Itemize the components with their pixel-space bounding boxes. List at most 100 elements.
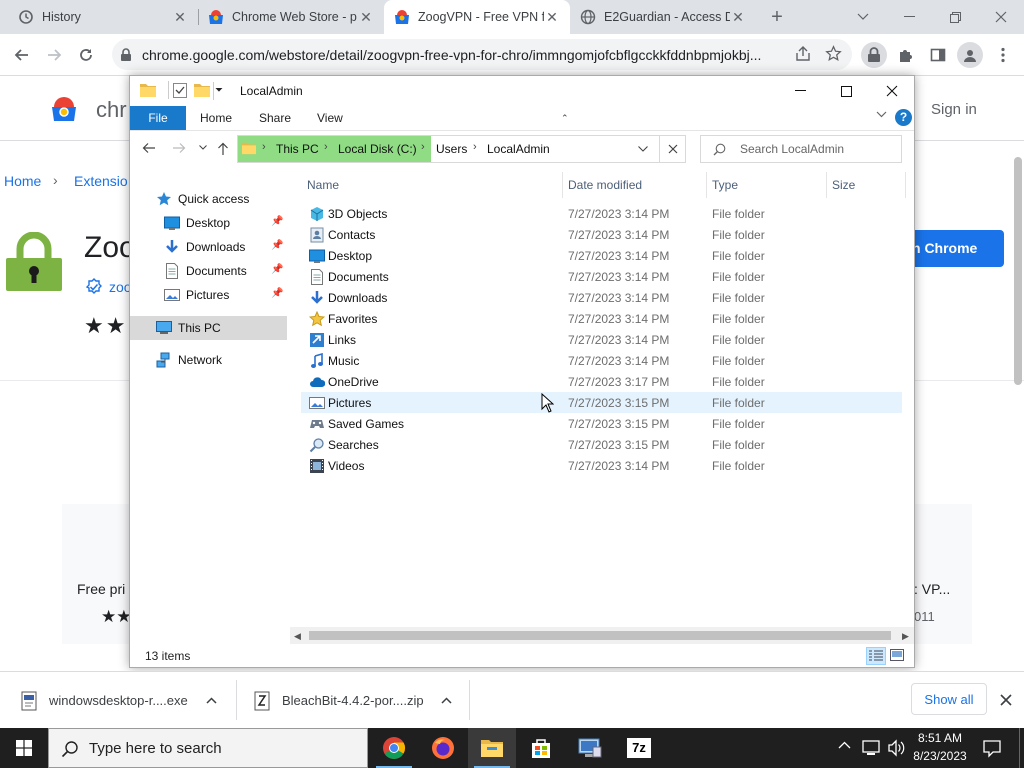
column-header-type[interactable]: Type: [712, 178, 738, 192]
column-header-name[interactable]: Name: [307, 178, 339, 192]
profile-avatar-icon[interactable]: [957, 42, 983, 68]
download-item[interactable]: windowsdesktop-r....exe: [20, 672, 235, 729]
show-desktop-button[interactable]: [1019, 728, 1020, 768]
file-row[interactable]: Saved Games 7/27/2023 3:15 PM File folde…: [301, 413, 902, 434]
ribbon-tab-share[interactable]: Share: [259, 106, 291, 130]
chrome-web-store-logo[interactable]: [49, 97, 79, 121]
file-row[interactable]: Searches 7/27/2023 3:15 PM File folder: [301, 434, 902, 455]
nav-item-quick-access[interactable]: Quick access: [156, 188, 249, 210]
breadcrumb-separator[interactable]: ›: [473, 141, 477, 153]
file-row[interactable]: OneDrive 7/27/2023 3:17 PM File folder: [301, 371, 902, 392]
close-window-button[interactable]: [869, 76, 915, 106]
search-field[interactable]: Search LocalAdmin: [700, 135, 902, 163]
file-row[interactable]: Desktop 7/27/2023 3:14 PM File folder: [301, 245, 902, 266]
expand-ribbon-icon[interactable]: [876, 111, 887, 118]
taskbar-microsoft-store[interactable]: [517, 728, 565, 768]
start-button[interactable]: [0, 728, 48, 768]
properties-checkbox-icon[interactable]: [173, 83, 187, 98]
large-icons-view-icon[interactable]: [890, 649, 904, 661]
notifications-icon[interactable]: [982, 738, 1002, 758]
address-bar[interactable]: › This PC › Local Disk (C:) › Users › Lo…: [237, 135, 686, 163]
chevron-down-icon[interactable]: [840, 0, 886, 34]
menu-icon[interactable]: [990, 42, 1016, 68]
file-row[interactable]: Downloads 7/27/2023 3:14 PM File folder: [301, 287, 902, 308]
reload-icon[interactable]: [73, 42, 99, 68]
ribbon-tab-file[interactable]: File: [130, 106, 186, 130]
tab-e2guardian[interactable]: E2Guardian - Access D ✕: [570, 0, 756, 34]
ribbon-tab-view[interactable]: View: [317, 106, 343, 130]
clear-address-icon[interactable]: [668, 144, 678, 154]
taskbar-firefox[interactable]: [419, 728, 467, 768]
nav-item-this-pc[interactable]: This PC: [156, 317, 221, 339]
chevron-up-icon[interactable]: [838, 741, 851, 749]
breadcrumb-this-pc[interactable]: This PC: [276, 142, 319, 156]
new-tab-button[interactable]: +: [764, 5, 790, 29]
taskbar-search-box[interactable]: Type here to search: [48, 728, 368, 768]
lock-icon[interactable]: [120, 47, 132, 62]
help-icon[interactable]: ?: [895, 109, 912, 126]
ribbon-tab-home[interactable]: Home: [200, 106, 232, 130]
maximize-button[interactable]: [823, 76, 869, 106]
add-to-chrome-button[interactable]: n Chrome: [912, 230, 1004, 267]
horizontal-scrollbar[interactable]: ◀ ▶: [290, 627, 914, 644]
tab-zoogvpn[interactable]: ZoogVPN - Free VPN f ✕: [384, 0, 570, 34]
breadcrumb-home[interactable]: Home: [4, 173, 41, 189]
file-row[interactable]: Favorites 7/27/2023 3:14 PM File folder: [301, 308, 902, 329]
minimize-button[interactable]: [886, 0, 932, 34]
file-row[interactable]: Contacts 7/27/2023 3:14 PM File folder: [301, 224, 902, 245]
nav-item-downloads[interactable]: Downloads: [164, 236, 245, 258]
volume-icon[interactable]: [887, 739, 905, 757]
nav-item-desktop[interactable]: Desktop: [164, 212, 230, 234]
breadcrumb-separator[interactable]: ›: [421, 141, 425, 153]
tab-chrome-web-store[interactable]: Chrome Web Store - p ✕: [198, 0, 384, 34]
taskbar-7zip[interactable]: 7z: [615, 728, 663, 768]
sign-in-link[interactable]: Sign in: [931, 101, 977, 118]
taskbar-remote-app[interactable]: [566, 728, 614, 768]
back-icon[interactable]: [142, 142, 156, 154]
forward-icon[interactable]: [41, 42, 67, 68]
tab-history[interactable]: History ✕: [8, 0, 198, 34]
breadcrumb-local-disk[interactable]: Local Disk (C:): [338, 142, 417, 156]
bookmark-star-icon[interactable]: [825, 45, 842, 62]
file-row[interactable]: 3D Objects 7/27/2023 3:14 PM File folder: [301, 203, 902, 224]
scroll-left-icon[interactable]: ◀: [294, 631, 301, 642]
close-icon[interactable]: ✕: [544, 9, 560, 26]
nav-item-documents[interactable]: Documents: [164, 260, 247, 282]
file-row[interactable]: Pictures 7/27/2023 3:15 PM File folder: [301, 392, 902, 413]
close-icon[interactable]: ✕: [358, 9, 374, 26]
store-name[interactable]: chr: [96, 97, 127, 123]
share-icon[interactable]: [795, 46, 811, 62]
file-row[interactable]: Videos 7/27/2023 3:14 PM File folder: [301, 455, 902, 476]
taskbar-file-explorer[interactable]: [468, 728, 516, 768]
chevron-up-icon[interactable]: [206, 697, 217, 704]
breadcrumb-extensions[interactable]: Extensio: [74, 173, 128, 189]
up-icon[interactable]: [217, 142, 229, 156]
column-header-size[interactable]: Size: [832, 178, 855, 192]
close-icon[interactable]: ✕: [172, 9, 188, 26]
file-row[interactable]: Links 7/27/2023 3:14 PM File folder: [301, 329, 902, 350]
close-icon[interactable]: ✕: [730, 9, 746, 26]
extensions-puzzle-icon[interactable]: [893, 42, 919, 68]
close-downloads-icon[interactable]: [1000, 694, 1012, 706]
close-window-button[interactable]: [978, 0, 1024, 34]
forward-icon[interactable]: [172, 142, 186, 154]
nav-item-network[interactable]: Network: [156, 349, 222, 371]
show-all-button[interactable]: Show all: [911, 683, 987, 715]
breadcrumb-users[interactable]: Users: [436, 142, 467, 156]
extension-lock-icon[interactable]: [861, 42, 887, 68]
address-bar[interactable]: chrome.google.com/webstore/detail/zoogvp…: [112, 39, 852, 70]
side-panel-icon[interactable]: [925, 42, 951, 68]
back-icon[interactable]: [9, 42, 35, 68]
minimize-button[interactable]: [777, 76, 823, 106]
address-dropdown-icon[interactable]: [638, 146, 648, 152]
new-folder-icon[interactable]: [194, 83, 210, 97]
breadcrumb-localadmin[interactable]: LocalAdmin: [487, 142, 550, 156]
quick-access-toolbar-dropdown-icon[interactable]: ⏷: [215, 85, 223, 96]
taskbar-chrome[interactable]: [370, 728, 418, 768]
network-icon[interactable]: [862, 739, 880, 757]
recent-locations-chevron-icon[interactable]: [199, 145, 207, 150]
breadcrumb-separator[interactable]: ›: [324, 141, 328, 153]
details-view-icon[interactable]: [866, 647, 886, 665]
clock-date[interactable]: 8/23/2023: [910, 749, 970, 763]
file-row[interactable]: Documents 7/27/2023 3:14 PM File folder: [301, 266, 902, 287]
